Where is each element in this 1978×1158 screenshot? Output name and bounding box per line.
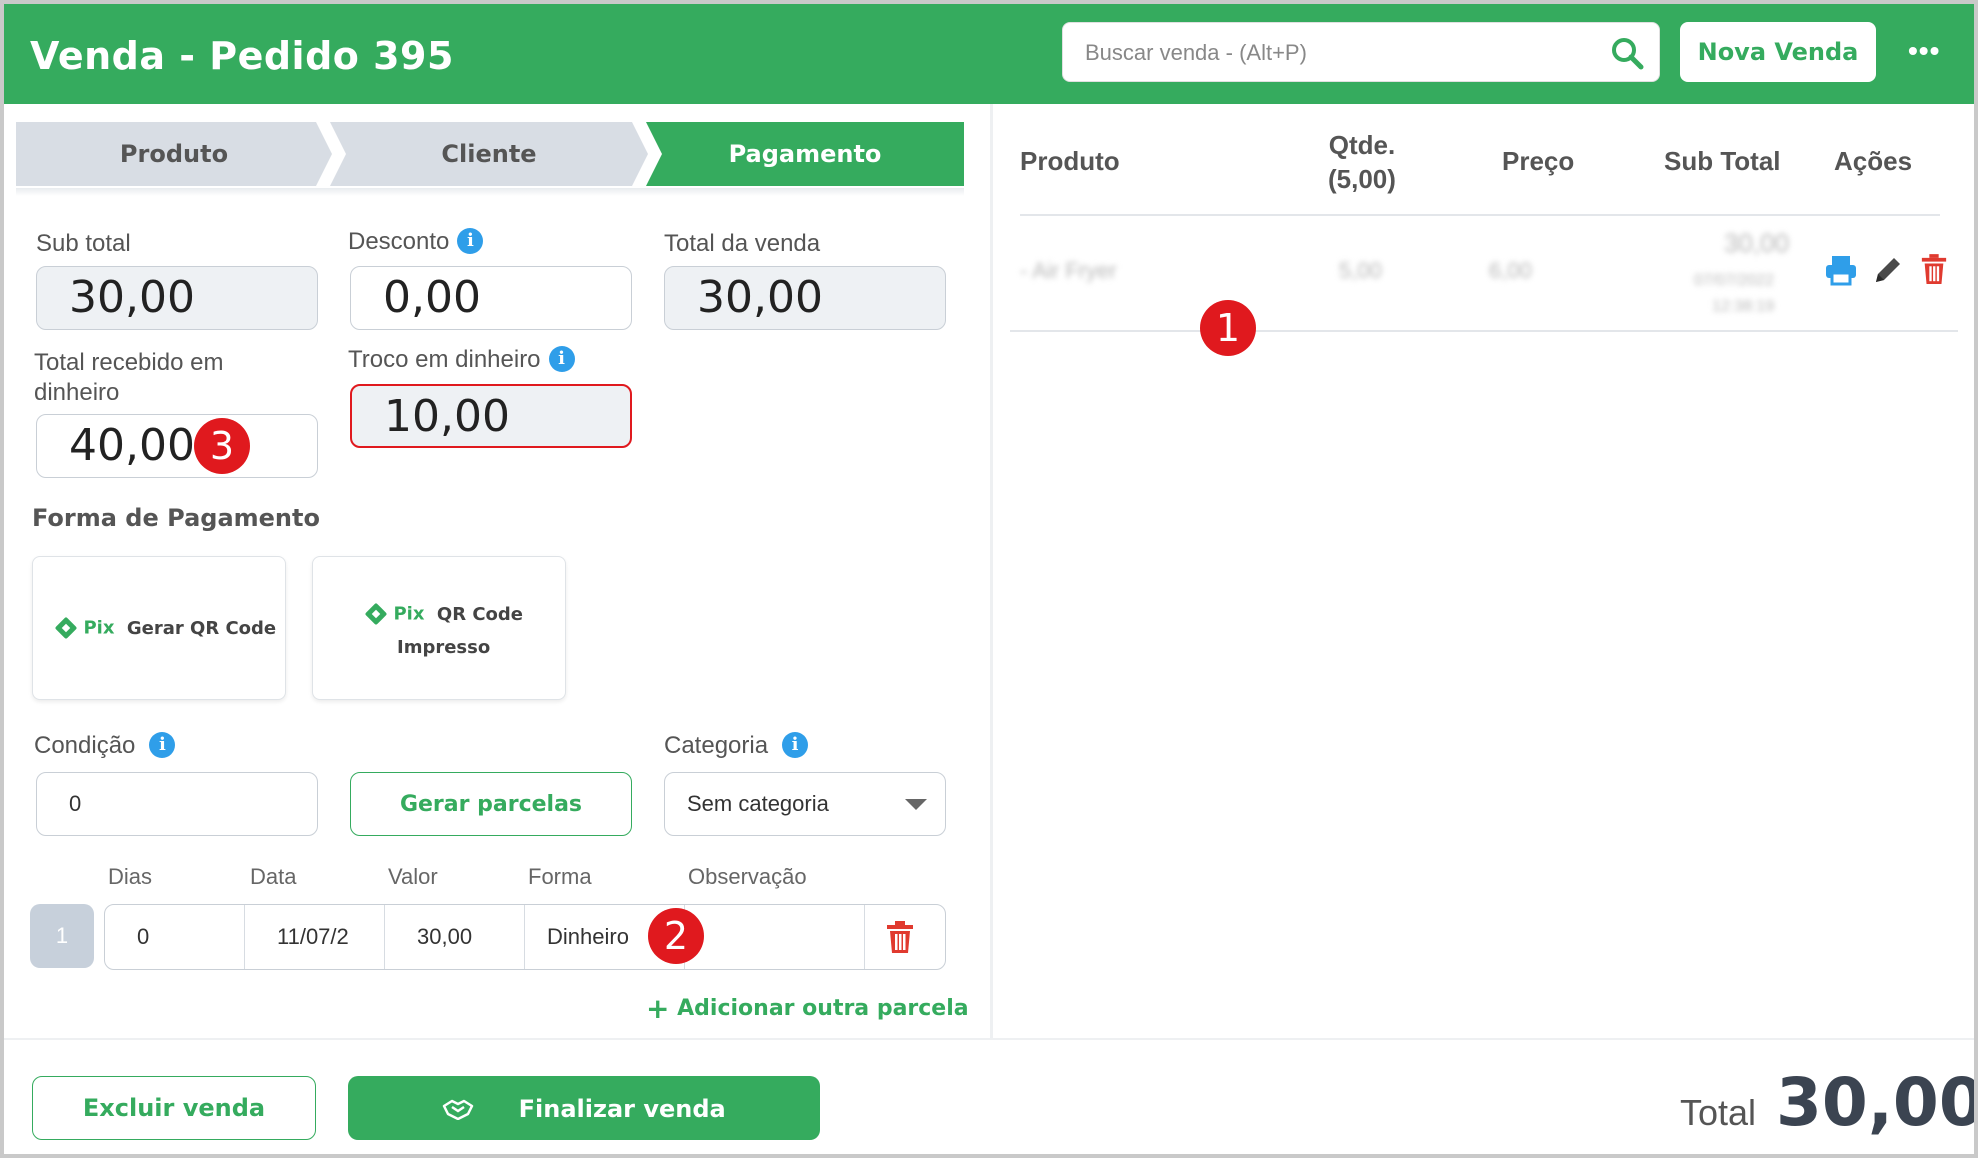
categoria-label-wrap: Categoria i <box>664 732 809 760</box>
finalizar-venda-button[interactable]: Finalizar venda <box>348 1076 820 1140</box>
footer-bar: Excluir venda Finalizar venda Total 30,0… <box>4 1038 1974 1154</box>
gerar-qr-label: Gerar QR Code <box>126 617 277 639</box>
finalizar-venda-label: Finalizar venda <box>518 1094 726 1123</box>
th-preco: Preço <box>1502 146 1575 176</box>
nova-venda-button[interactable]: Nova Venda <box>1680 22 1876 82</box>
total-value: 30,00 <box>1776 1064 1978 1141</box>
pix-gerar-qr-content: Pix Gerar QR Code <box>53 615 276 641</box>
th-produto: Produto <box>1020 146 1120 176</box>
callout-badge-2: 2 <box>648 908 704 964</box>
pix-logo-icon <box>55 617 77 639</box>
trash-icon[interactable] <box>885 921 915 955</box>
edit-icon[interactable] <box>1872 254 1904 286</box>
search-icon[interactable] <box>1609 35 1645 71</box>
col-data: Data <box>250 864 297 889</box>
pix-text: Pix <box>393 603 425 625</box>
pix-logo-icon <box>365 603 387 625</box>
categoria-label: Categoria <box>664 732 769 759</box>
parcela-observacao[interactable] <box>685 905 865 969</box>
subtotal-label: Sub total <box>36 230 131 257</box>
total-venda-field: 30,00 <box>664 266 946 330</box>
excluir-venda-button[interactable]: Excluir venda <box>32 1076 316 1140</box>
desconto-field[interactable]: 0,00 <box>350 266 632 330</box>
pix-qr-impresso-line1: Pix QR Code <box>363 601 523 627</box>
panel-divider <box>990 104 993 1039</box>
row-divider <box>1010 330 1958 332</box>
step-produto[interactable]: Produto <box>16 122 332 186</box>
parcela-number: 1 <box>30 904 94 968</box>
print-icon[interactable] <box>1824 254 1858 286</box>
product-qtde: 5,00 <box>1339 258 1382 283</box>
product-name: - Air Fryer <box>1020 258 1117 283</box>
more-options-icon[interactable]: ••• <box>1908 36 1948 66</box>
payment-panel: Produto Cliente Pagamento Sub total Desc… <box>4 104 990 1039</box>
parcela-dias[interactable]: 0 <box>105 905 245 969</box>
chevron-down-icon <box>905 799 927 810</box>
recebido-label-line2: dinheiro <box>34 379 120 406</box>
page-title: Venda - Pedido 395 <box>30 34 454 78</box>
col-valor: Valor <box>388 864 438 889</box>
troco-field: 10,00 <box>350 384 632 448</box>
categoria-selected: Sem categoria <box>687 791 829 816</box>
app-window: Venda - Pedido 395 Nova Venda ••• Produt… <box>0 0 1978 1158</box>
info-icon[interactable]: i <box>149 732 176 758</box>
callout-badge-1: 1 <box>1200 300 1256 356</box>
header-divider <box>1020 214 1940 216</box>
steps-shadow <box>16 188 964 196</box>
pix-qr-impresso-card[interactable]: Pix QR Code Impresso <box>312 556 566 700</box>
total-label: Total <box>1680 1092 1757 1133</box>
pix-text: Pix <box>83 617 115 639</box>
th-qtde: Qtde. (5,00) <box>1328 128 1396 196</box>
impresso-label: Impresso <box>397 637 491 658</box>
product-preco: 6,00 <box>1489 258 1532 283</box>
recebido-label-line1: Total recebido em <box>34 349 224 376</box>
th-subtotal: Sub Total <box>1664 146 1781 176</box>
info-icon[interactable]: i <box>457 228 484 254</box>
condicao-label-wrap: Condição i <box>34 732 176 760</box>
desconto-label: Desconto <box>348 228 450 255</box>
product-time: 12:38:19 <box>1712 298 1775 315</box>
forma-pagamento-title: Forma de Pagamento <box>32 504 320 532</box>
col-forma: Forma <box>528 864 592 889</box>
step-cliente[interactable]: Cliente <box>330 122 648 186</box>
subtotal-field: 30,00 <box>36 266 318 330</box>
recebido-label: Total recebido em dinheiro <box>34 348 223 408</box>
search-box[interactable] <box>1062 22 1660 82</box>
header-bar: Venda - Pedido 395 Nova Venda ••• <box>4 4 1974 104</box>
troco-label-wrap: Troco em dinheiro i <box>348 346 575 374</box>
product-subtotal: 30,00 <box>1724 228 1790 258</box>
step-pagamento[interactable]: Pagamento <box>646 122 964 186</box>
plus-icon: + <box>646 992 670 1025</box>
parcela-row: 0 11/07/2 30,00 Dinheiro <box>104 904 946 970</box>
adicionar-parcela-label: Adicionar outra parcela <box>677 996 969 1021</box>
wizard-steps: Produto Cliente Pagamento <box>16 122 964 186</box>
th-acoes: Ações <box>1834 146 1913 176</box>
info-icon[interactable]: i <box>782 732 809 758</box>
total-venda-label: Total da venda <box>664 230 821 257</box>
trash-icon[interactable] <box>1920 254 1948 286</box>
gerar-parcelas-button[interactable]: Gerar parcelas <box>350 772 632 836</box>
handshake-icon <box>443 1099 474 1120</box>
recebido-field[interactable]: 40,00 <box>36 414 318 478</box>
col-dias: Dias <box>108 864 153 889</box>
callout-badge-3: 3 <box>194 418 250 474</box>
th-qtde-line1: Qtde. <box>1328 130 1396 160</box>
search-input[interactable] <box>1085 37 1585 69</box>
desconto-label-wrap: Desconto i <box>348 228 484 256</box>
parcela-data[interactable]: 11/07/2 <box>245 905 385 969</box>
product-date: 07/07/2022 <box>1694 272 1775 289</box>
categoria-select[interactable]: Sem categoria <box>664 772 946 836</box>
products-panel: Produto Qtde. (5,00) Preço Sub Total Açõ… <box>994 104 1974 1039</box>
parcela-valor[interactable]: 30,00 <box>385 905 525 969</box>
pix-gerar-qr-card[interactable]: Pix Gerar QR Code <box>32 556 286 700</box>
condicao-input[interactable]: 0 <box>36 772 318 836</box>
info-icon[interactable]: i <box>548 346 575 372</box>
th-qtde-line2: (5,00) <box>1328 164 1396 194</box>
col-observacao: Observação <box>688 864 807 889</box>
condicao-label: Condição <box>34 732 136 759</box>
adicionar-parcela-link[interactable]: + Adicionar outra parcela <box>646 992 969 1025</box>
qr-code-label: QR Code <box>436 603 523 625</box>
troco-label: Troco em dinheiro <box>348 346 541 373</box>
